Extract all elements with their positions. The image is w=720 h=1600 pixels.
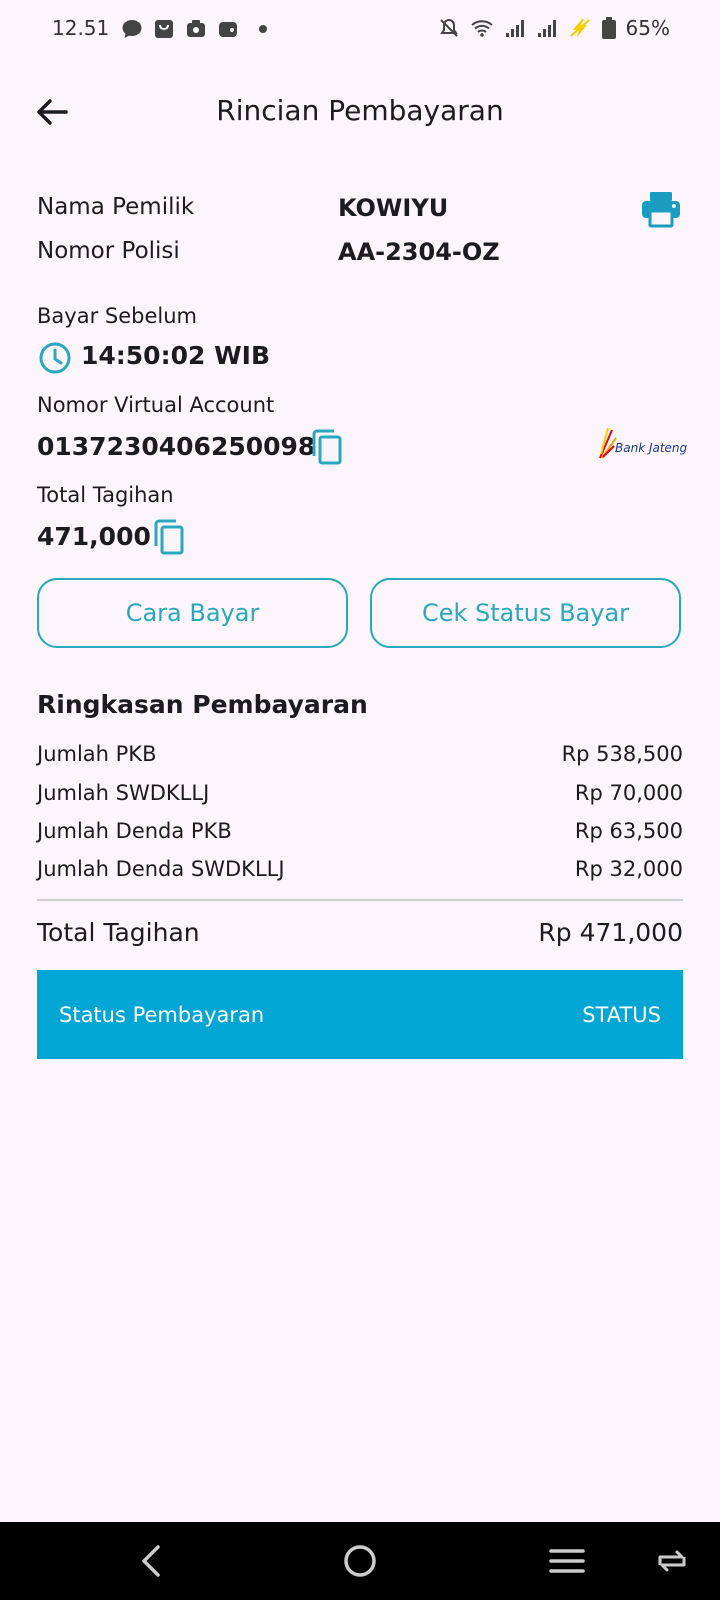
- shopping-bag-icon: [155, 20, 173, 38]
- toolbox-icon: [187, 20, 205, 37]
- nav-rotate-button[interactable]: [650, 1539, 694, 1583]
- circle-home-icon: [344, 1545, 376, 1577]
- print-button[interactable]: [640, 190, 682, 228]
- system-navigation-bar: [0, 1522, 720, 1600]
- summary-row: Jumlah Denda PKB Rp 63,500: [37, 819, 683, 849]
- owner-name-value: KOWIYU: [338, 194, 449, 222]
- summary-title: Ringkasan Pembayaran: [37, 690, 368, 719]
- summary-item-label: Jumlah Denda PKB: [37, 819, 232, 843]
- back-button[interactable]: [32, 92, 72, 132]
- bill-value: 471,000: [37, 522, 151, 551]
- check-status-button[interactable]: Cek Status Bayar: [370, 578, 681, 648]
- summary-item-amount: Rp 63,500: [574, 819, 683, 843]
- total-amount: Rp 471,000: [538, 918, 683, 947]
- clock-icon: [38, 341, 72, 375]
- battery-percent: 65%: [625, 16, 670, 40]
- summary-row: Jumlah Denda SWDKLLJ Rp 32,000: [37, 857, 683, 887]
- payment-status-value: STATUS: [582, 1002, 661, 1027]
- copy-va-button[interactable]: [310, 428, 344, 466]
- wifi-icon: [470, 20, 493, 37]
- summary-item-amount: Rp 70,000: [574, 781, 683, 805]
- chevron-left-icon: [142, 1545, 160, 1577]
- bill-label: Total Tagihan: [37, 483, 174, 507]
- payment-status-label: Status Pembayaran: [59, 1002, 265, 1027]
- status-time: 12.51: [52, 16, 110, 40]
- va-label: Nomor Virtual Account: [37, 393, 275, 417]
- plate-label: Nomor Polisi: [37, 238, 180, 264]
- summary-divider: [37, 899, 683, 901]
- menu-icon: [549, 1549, 585, 1573]
- notification-icons: [121, 18, 267, 40]
- status-bar: 12.51 65%: [0, 0, 720, 60]
- summary-row: Jumlah SWDKLLJ Rp 70,000: [37, 781, 683, 811]
- bank-name: Bank Jateng: [615, 441, 688, 455]
- deadline-value: 14:50:02 WIB: [81, 341, 271, 370]
- summary-item-label: Jumlah Denda SWDKLLJ: [37, 857, 285, 881]
- more-notifications-dot: [259, 25, 267, 33]
- signal-icon: [505, 20, 524, 37]
- mute-icon: [439, 18, 458, 37]
- deadline-label: Bayar Sebelum: [37, 304, 197, 328]
- payment-status-banner: Status Pembayaran STATUS: [37, 970, 683, 1059]
- summary-item-amount: Rp 32,000: [574, 857, 683, 881]
- summary-item-label: Jumlah PKB: [37, 742, 157, 766]
- how-to-pay-button[interactable]: Cara Bayar: [37, 578, 348, 648]
- summary-row: Jumlah PKB Rp 538,500: [37, 742, 683, 772]
- nav-menu-button[interactable]: [545, 1539, 589, 1583]
- plate-value: AA-2304-OZ: [338, 238, 500, 266]
- va-number: 0137230406250098: [37, 432, 316, 461]
- printer-icon: [642, 192, 680, 228]
- summary-item-amount: Rp 538,500: [561, 742, 683, 766]
- rotate-icon: [658, 1550, 686, 1572]
- nav-home-button[interactable]: [338, 1539, 382, 1583]
- system-icons: 65%: [438, 16, 670, 40]
- nav-back-button[interactable]: [130, 1539, 174, 1583]
- owner-name-label: Nama Pemilik: [37, 194, 195, 220]
- battery-icon: [601, 17, 616, 39]
- copy-icon: [312, 429, 342, 465]
- arrow-left-icon: [37, 99, 68, 125]
- chat-icon: [122, 20, 142, 38]
- copy-icon: [154, 519, 184, 555]
- app-bar: Rincian Pembayaran: [0, 80, 720, 140]
- summary-item-label: Jumlah SWDKLLJ: [37, 781, 210, 805]
- signal-icon-2: [537, 20, 556, 37]
- total-label: Total Tagihan: [37, 918, 200, 947]
- total-row: Total Tagihan Rp 471,000: [37, 918, 683, 947]
- copy-bill-button[interactable]: [152, 518, 186, 556]
- bank-jateng-logo: Bank Jateng: [598, 424, 687, 464]
- power-saving-icon: [569, 19, 590, 37]
- wallet-icon: [219, 22, 237, 37]
- page-title: Rincian Pembayaran: [216, 94, 504, 127]
